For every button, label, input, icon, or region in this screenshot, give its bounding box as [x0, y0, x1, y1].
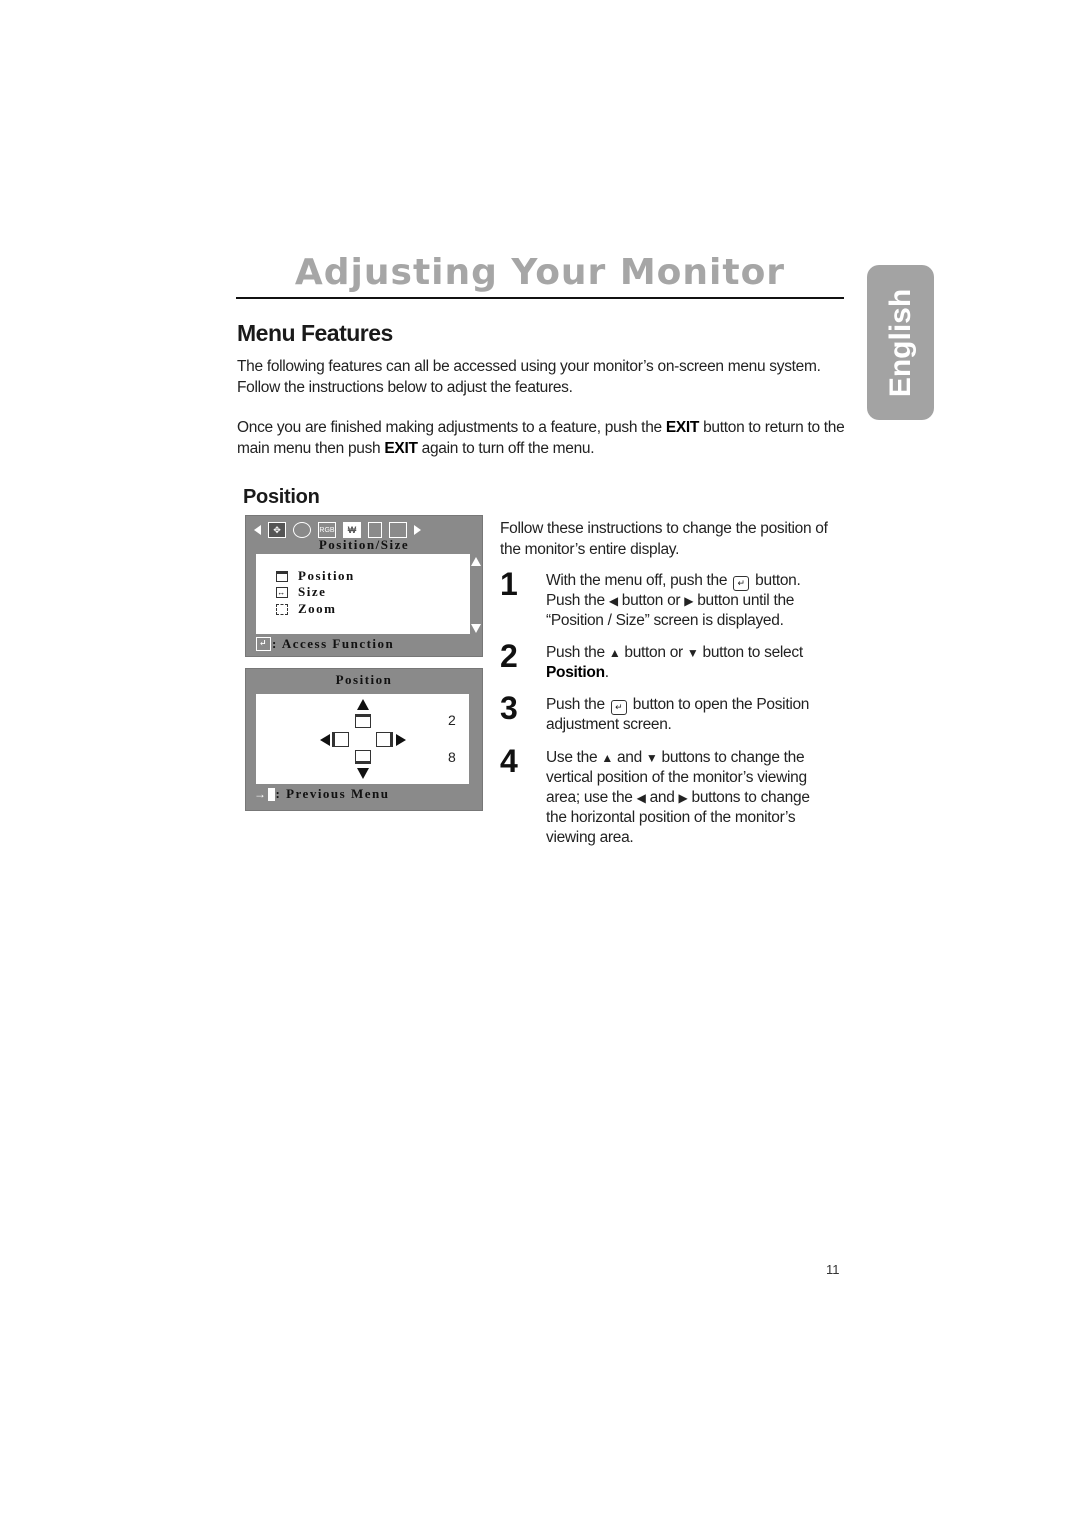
horizontal-position-value: 8 [448, 749, 456, 765]
osd-position-adjust: Position 2 8 → : Previous Menu [245, 668, 483, 811]
position-size-icon: ✥ [268, 522, 286, 538]
osd-menu-item-label: Zoom [298, 601, 337, 616]
step-text-fragment: vertical position of the monitor’s viewi… [546, 769, 807, 786]
rgb-icon: RGB [318, 522, 336, 538]
step-text-fragment: button or [624, 644, 683, 661]
step-text-fragment: area; use the [546, 789, 633, 806]
scroll-down-icon [471, 624, 481, 633]
step-number: 2 [500, 638, 518, 674]
step-number: 1 [500, 566, 518, 602]
left-arrow-icon [254, 525, 261, 535]
step-2-text: Push the ▲ button or ▼ button to select … [546, 643, 846, 683]
step-text-fragment: adjustment screen. [546, 716, 672, 733]
enter-button-icon: ↵ [610, 700, 627, 715]
step-text-fragment: and [649, 789, 675, 806]
exit-note-paragraph: Once you are finished making adjustments… [237, 417, 847, 459]
step-text-fragment: Push the [546, 696, 605, 713]
position-icon [276, 570, 288, 582]
up-triangle-icon: ▲ [608, 646, 621, 660]
step-text-fragment: buttons to change [691, 789, 810, 806]
screen-up-icon [355, 714, 371, 728]
osd-menu-item-label: Size [298, 584, 327, 599]
down-arrow-icon [357, 768, 369, 779]
vertical-position-value: 2 [448, 712, 456, 728]
exit-note-text: Once you are finished making adjustments… [237, 419, 666, 436]
step-number: 4 [500, 743, 518, 779]
section-title: Menu Features [237, 320, 393, 346]
step-number: 3 [500, 690, 518, 726]
osd-menu-list: Position ↔ Size Zoom [256, 554, 470, 634]
geometry-icon [293, 522, 311, 538]
screen-down-icon [355, 750, 371, 764]
door-icon [267, 787, 275, 801]
step-text-fragment: Use the [546, 749, 598, 766]
step-3-text: Push the ↵ button to open the Position adj… [546, 695, 846, 735]
language-tab: English [867, 265, 934, 420]
step-4-text: Use the ▲ and ▼ buttons to change the ve… [546, 748, 846, 848]
enter-icon: ↵ [256, 637, 271, 651]
down-triangle-icon: ▼ [686, 646, 699, 660]
intro-paragraph: The following features can all be access… [237, 358, 821, 396]
step-text-fragment: and [616, 749, 642, 766]
osd-header: Position/Size [318, 537, 410, 552]
subsection-title: Position [243, 486, 320, 508]
window-icon [389, 522, 407, 538]
osd-menu-item: Position [276, 568, 355, 584]
osd-header: Position [335, 672, 393, 687]
page-title: Adjusting Your Monitor [294, 252, 786, 293]
step-text-fragment: viewing area. [546, 829, 634, 846]
step-1-text: With the menu off, push the ↵ button. Push… [546, 571, 846, 631]
osd-footer: ↵ : Access Function [256, 636, 394, 652]
right-triangle-icon: ▶ [684, 594, 694, 608]
step-text-fragment: “Position / Size” screen is displayed. [546, 612, 784, 629]
left-arrow-icon [320, 734, 330, 746]
osd-menu-item-label: Position [298, 568, 355, 583]
step-text-fragment: Push the [546, 644, 605, 661]
step-text-fragment: Push the [546, 592, 605, 609]
osd-menu-item: ↔ Size [276, 584, 326, 600]
exit-arrow-icon: → [254, 786, 268, 801]
title-divider [236, 297, 844, 299]
right-arrow-icon [396, 734, 406, 746]
right-arrow-icon [414, 525, 421, 535]
step-text-fragment: button to open the Position [632, 696, 810, 713]
step-text-fragment: . [604, 664, 609, 681]
up-triangle-icon: ▲ [601, 751, 613, 765]
step-text-fragment: buttons to change the [661, 749, 805, 766]
up-arrow-icon [357, 699, 369, 710]
zoom-icon [276, 603, 288, 615]
image-adjust-icon: ₩ [343, 522, 361, 538]
step-bold-keyword: Position [546, 664, 605, 681]
left-triangle-icon: ◀ [636, 791, 646, 805]
screen-left-icon [332, 732, 349, 747]
copy-icon [368, 522, 382, 538]
exit-keyword: EXIT [665, 419, 700, 436]
osd-menu-item: Zoom [276, 601, 337, 617]
step-text-fragment: button. [755, 572, 801, 589]
osd-footer-label: : Previous Menu [275, 786, 390, 801]
page-number: 11 [826, 1262, 840, 1277]
osd-position-size-menu: ✥ RGB ₩ Position/Size Position ↔ Size Zo… [245, 515, 483, 657]
down-triangle-icon: ▼ [645, 751, 658, 765]
step-text-fragment: button to select [702, 644, 804, 661]
size-icon: ↔ [276, 586, 288, 598]
enter-button-icon: ↵ [733, 576, 750, 591]
osd-footer: → : Previous Menu [254, 786, 389, 802]
language-tab-label: English [883, 288, 917, 397]
step-text-fragment: the horizontal position of the monitor’s [546, 809, 796, 826]
exit-keyword: EXIT [384, 440, 418, 457]
step-text-fragment: button until the [697, 592, 795, 609]
left-triangle-icon: ◀ [608, 594, 618, 608]
instructions-lead: Follow these instructions to change the … [500, 520, 828, 558]
screen-right-icon [376, 732, 393, 747]
exit-note-text: again to turn off the menu. [417, 440, 595, 457]
osd-position-panel: 2 8 [256, 694, 469, 784]
step-text-fragment: With the menu off, push the [546, 572, 728, 589]
osd-footer-label: : Access Function [272, 636, 395, 651]
right-triangle-icon: ▶ [678, 791, 688, 805]
step-text-fragment: button or [621, 592, 681, 609]
scroll-up-icon [471, 557, 481, 566]
